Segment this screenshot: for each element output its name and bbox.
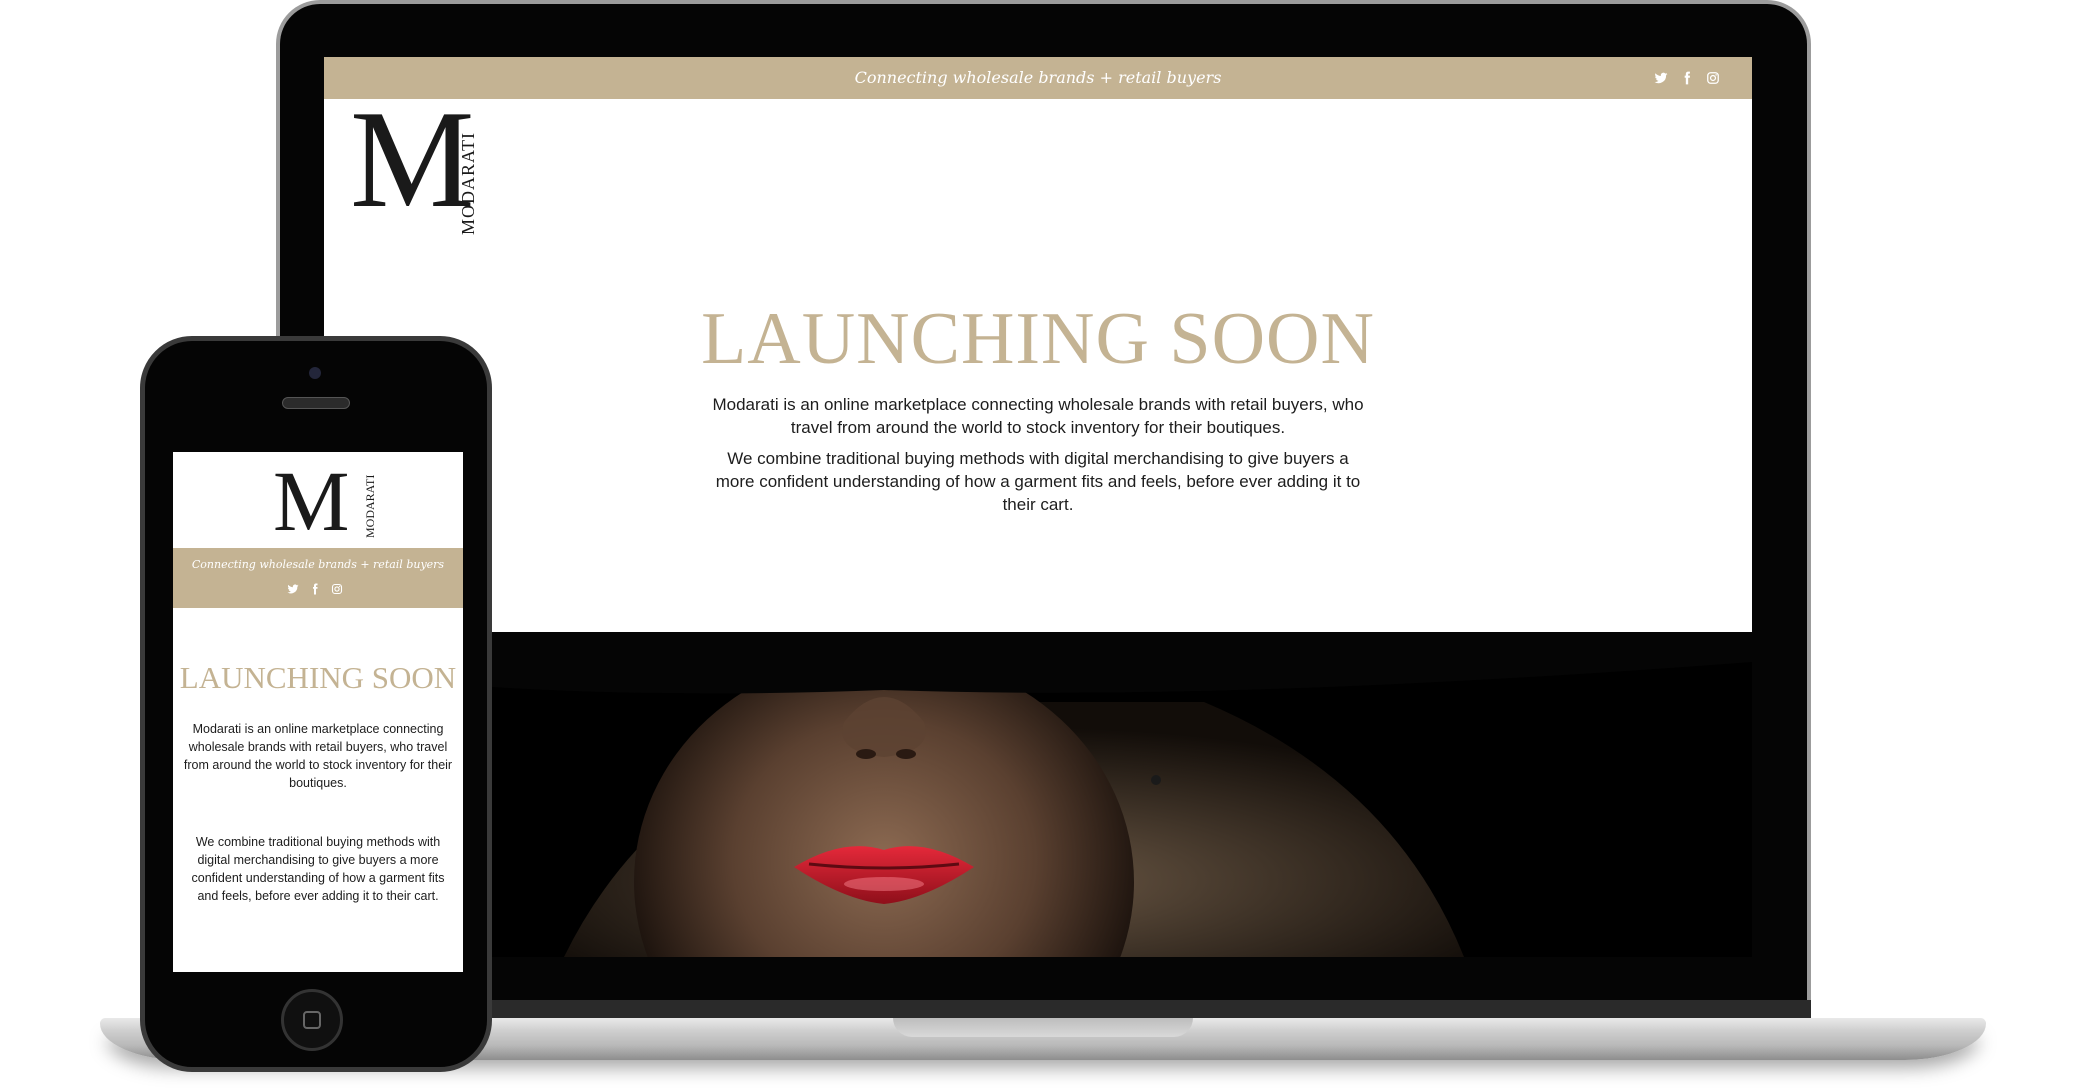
mobile-page-title: LAUNCHING SOON	[179, 660, 457, 695]
instagram-icon[interactable]	[1706, 69, 1720, 87]
social-links	[1654, 69, 1720, 87]
facebook-icon[interactable]	[309, 582, 321, 596]
laptop-notch	[893, 1018, 1193, 1037]
mobile-logo-letter: M	[273, 453, 350, 549]
instagram-icon[interactable]	[331, 582, 343, 596]
camera-icon	[309, 367, 321, 379]
mobile-website: M MODARATI Connecting wholesale brands +…	[173, 452, 463, 972]
desktop-website: Connecting wholesale brands + retail buy…	[324, 57, 1752, 957]
twitter-icon[interactable]	[1654, 69, 1668, 87]
logo[interactable]: M MODARATI	[350, 85, 480, 245]
mobile-intro-paragraph: Modarati is an online marketplace connec…	[183, 722, 453, 790]
hero-image	[324, 632, 1752, 957]
intro-paragraph: Modarati is an online marketplace connec…	[712, 395, 1364, 437]
logo-letter: M	[350, 82, 475, 237]
page-title: LAUNCHING SOON	[701, 298, 1375, 380]
mobile-tagline: Connecting wholesale brands + retail buy…	[191, 558, 445, 571]
home-button[interactable]	[281, 989, 343, 1051]
mobile-logo[interactable]: M MODARATI	[273, 453, 377, 549]
mobile-social-links	[287, 582, 343, 596]
speaker-grille	[282, 397, 350, 409]
mobile-top-bar	[173, 548, 463, 608]
tagline: Connecting wholesale brands + retail buy…	[854, 68, 1222, 87]
mobile-logo-wordmark: MODARATI	[363, 474, 377, 538]
logo-wordmark: MODARATI	[458, 131, 478, 235]
home-square-icon	[303, 1011, 321, 1029]
mobile-description-paragraph: We combine traditional buying methods wi…	[191, 835, 445, 903]
description-paragraph: We combine traditional buying methods wi…	[715, 449, 1361, 514]
facebook-icon[interactable]	[1680, 69, 1694, 87]
twitter-icon[interactable]	[287, 582, 299, 596]
